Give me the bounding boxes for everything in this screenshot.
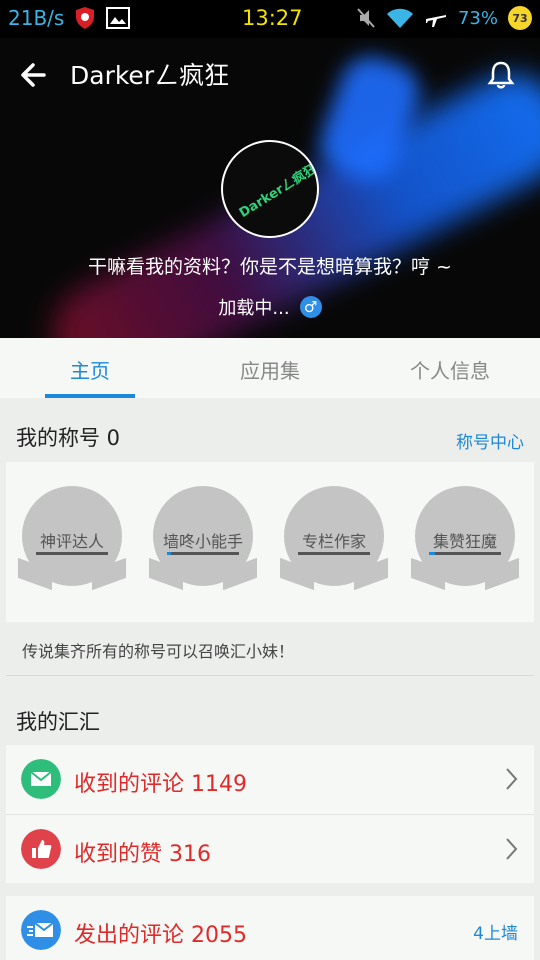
status-bar: 21B/s 13:27 73% 73	[0, 0, 540, 38]
sent-comments-row[interactable]: 发出的评论 2055 4上墙	[6, 896, 534, 960]
titles-note: 传说集齐所有的称号可以召唤汇小妹！	[6, 622, 534, 676]
row-label: 收到的赞 316	[74, 842, 211, 867]
titles-card: 神评达人 墙咚小能手 专栏作家 集赞狂魔	[6, 462, 534, 622]
back-arrow-icon[interactable]	[14, 55, 54, 95]
clock: 13:27	[242, 6, 303, 30]
profile-status-row: 加载中... ♂	[0, 294, 540, 320]
top-bar: Darkerㄥ疯狂	[0, 38, 540, 112]
notification-badge: 73	[508, 6, 532, 30]
tab-app-collections[interactable]: 应用集	[180, 338, 360, 398]
thumbs-up-icon	[21, 829, 61, 869]
profile-tabs: 主页 应用集 个人信息	[0, 338, 540, 398]
image-icon	[106, 7, 131, 29]
wifi-icon	[386, 8, 413, 28]
medal-badge[interactable]: 神评达人	[18, 486, 126, 598]
medal-progress	[167, 552, 239, 555]
loading-text: 加载中...	[218, 298, 290, 319]
sent-list: 发出的评论 2055 4上墙	[6, 896, 534, 960]
medal-progress	[429, 552, 501, 555]
avatar[interactable]: Darkerㄥ疯狂	[221, 140, 319, 238]
titles-heading: 我的称号 0	[16, 426, 121, 450]
medal-label: 墙咚小能手	[162, 532, 243, 551]
profile-header: Darkerㄥ疯狂 Darkerㄥ疯狂 干嘛看我的资料？你是不是想暗算我？哼 ~…	[0, 38, 540, 338]
received-comments-row[interactable]: 收到的评论 1149	[6, 745, 534, 814]
medal-progress	[36, 552, 108, 555]
row-label: 发出的评论 2055	[74, 923, 247, 948]
male-gender-icon: ♂	[299, 296, 322, 318]
medal-badge[interactable]: 集赞狂魔	[411, 486, 519, 598]
medal-label: 集赞狂魔	[432, 532, 497, 551]
tab-home[interactable]: 主页	[0, 338, 180, 398]
chevron-right-icon	[506, 838, 518, 860]
medal-badge[interactable]: 专栏作家	[280, 486, 388, 598]
received-likes-row[interactable]: 收到的赞 316	[6, 814, 534, 883]
mute-icon	[357, 8, 375, 28]
send-mail-icon	[21, 910, 61, 950]
medal-progress	[298, 552, 370, 555]
shield-icon	[76, 7, 95, 29]
bell-icon[interactable]	[484, 58, 518, 92]
tab-personal-info[interactable]: 个人信息	[360, 338, 540, 398]
huihui-list: 收到的评论 1149 收到的赞 316	[6, 745, 534, 883]
battery-level: 73%	[457, 7, 498, 29]
page-title: Darkerㄥ疯狂	[70, 61, 230, 90]
row-label: 收到的评论 1149	[74, 772, 247, 797]
huihui-heading: 我的汇汇	[16, 710, 100, 734]
medal-label: 专栏作家	[301, 532, 366, 551]
mail-icon	[21, 759, 61, 799]
on-wall-count[interactable]: 4上墙	[473, 919, 518, 944]
avatar-text: Darkerㄥ疯狂	[236, 161, 319, 222]
title-center-link[interactable]: 称号中心	[456, 428, 524, 453]
airplane-icon	[425, 15, 446, 27]
medal-badge[interactable]: 墙咚小能手	[149, 486, 257, 598]
profile-bio: 干嘛看我的资料？你是不是想暗算我？哼 ~	[88, 256, 452, 278]
chevron-right-icon	[506, 768, 518, 790]
medal-label: 神评达人	[39, 532, 104, 551]
net-speed: 21B/s	[8, 6, 65, 30]
